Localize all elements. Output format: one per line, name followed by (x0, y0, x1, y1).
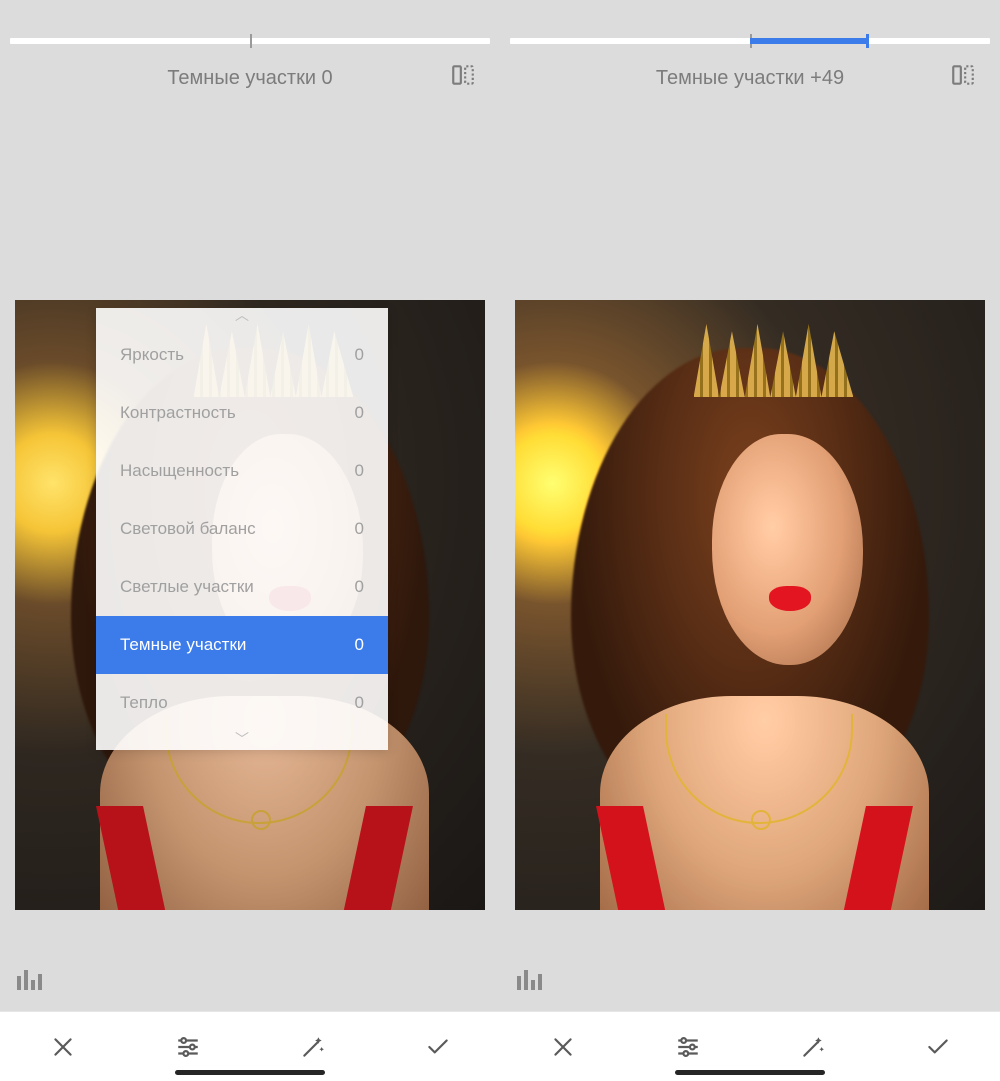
slider-fill (750, 38, 868, 44)
adjust-item-label: Темные участки (120, 635, 246, 655)
adjust-item-label: Светлые участки (120, 577, 254, 597)
slider-label-row: Темные участки +49 (500, 48, 1000, 108)
close-icon (50, 1034, 76, 1060)
adjust-item-label: Световой баланс (120, 519, 256, 539)
compare-icon (950, 62, 976, 88)
histogram-icon (16, 968, 44, 990)
adjust-item[interactable]: Тепло 0 (96, 674, 388, 732)
slider-center-tick (250, 34, 252, 48)
check-icon (925, 1034, 951, 1060)
tune-button[interactable] (164, 1023, 212, 1071)
adjust-item[interactable]: Светлые участки 0 (96, 558, 388, 616)
adjust-item-value: 0 (355, 635, 364, 655)
apply-button[interactable] (914, 1023, 962, 1071)
compare-button[interactable] (950, 62, 976, 94)
adjust-item-value: 0 (355, 403, 364, 423)
histogram-button[interactable] (16, 968, 44, 995)
adjust-item-value: 0 (355, 693, 364, 713)
adjust-item-value: 0 (355, 519, 364, 539)
adjust-item-label: Контрастность (120, 403, 236, 423)
cancel-button[interactable] (539, 1023, 587, 1071)
magic-wand-icon (800, 1034, 826, 1060)
screen-right: Темные участки +49 (500, 0, 1000, 1081)
adjust-item-value: 0 (355, 461, 364, 481)
cancel-button[interactable] (39, 1023, 87, 1071)
slider-label-row: Темные участки 0 (0, 48, 500, 108)
photo-area: ︿ Яркость0Контрастность0Насыщенность0Све… (0, 108, 500, 1011)
slider-label: Темные участки +49 (656, 67, 844, 90)
apply-button[interactable] (414, 1023, 462, 1071)
adjust-item-value: 0 (355, 345, 364, 365)
sliders-icon (675, 1034, 701, 1060)
check-icon (425, 1034, 451, 1060)
magic-button[interactable] (789, 1023, 837, 1071)
adjustments-panel: ︿ Яркость0Контрастность0Насыщенность0Све… (96, 308, 388, 750)
adjust-item[interactable]: Насыщенность 0 (96, 442, 388, 500)
adjust-item[interactable]: Яркость 0 (96, 326, 388, 384)
adjust-item[interactable]: Контрастность 0 (96, 384, 388, 442)
magic-button[interactable] (289, 1023, 337, 1071)
chevron-down-icon[interactable]: ﹀ (96, 732, 388, 750)
magic-wand-icon (300, 1034, 326, 1060)
home-indicator (675, 1070, 825, 1075)
adjust-item-label: Яркость (120, 345, 184, 365)
bottom-toolbar (0, 1011, 500, 1081)
compare-icon (450, 62, 476, 88)
adjust-item[interactable]: Темные участки 0 (96, 616, 388, 674)
adjust-item-value: 0 (355, 577, 364, 597)
shadows-slider[interactable] (510, 38, 990, 44)
screen-left: Темные участки 0 ︿ Яркость0Контрастность… (0, 0, 500, 1081)
adjust-item-label: Насыщенность (120, 461, 239, 481)
sliders-icon (175, 1034, 201, 1060)
slider-thumb[interactable] (866, 34, 869, 48)
edited-photo[interactable] (515, 300, 985, 910)
close-icon (550, 1034, 576, 1060)
histogram-icon (516, 968, 544, 990)
histogram-button[interactable] (516, 968, 544, 995)
tune-button[interactable] (664, 1023, 712, 1071)
adjust-item[interactable]: Световой баланс 0 (96, 500, 388, 558)
photo-area (500, 108, 1000, 1011)
compare-button[interactable] (450, 62, 476, 94)
slider-label: Темные участки 0 (167, 67, 332, 90)
shadows-slider[interactable] (10, 38, 490, 44)
home-indicator (175, 1070, 325, 1075)
adjust-item-label: Тепло (120, 693, 168, 713)
chevron-up-icon[interactable]: ︿ (96, 308, 388, 326)
slider-row (500, 0, 1000, 48)
slider-row (0, 0, 500, 48)
bottom-toolbar (500, 1011, 1000, 1081)
